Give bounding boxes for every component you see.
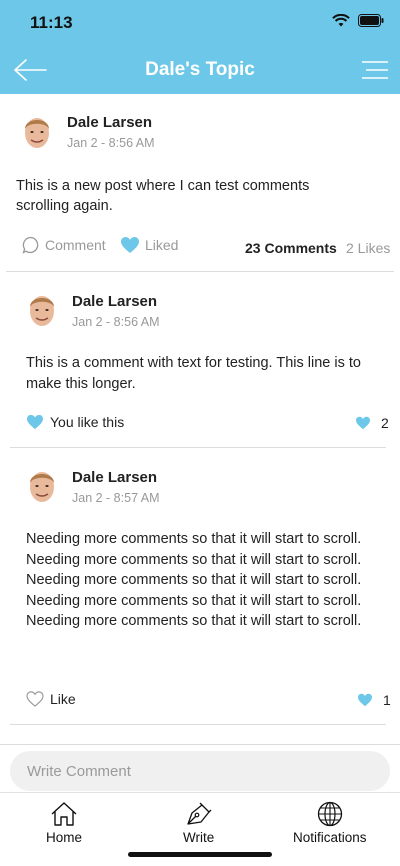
tab-write[interactable]: Write <box>183 801 214 845</box>
avatar <box>30 296 54 326</box>
like-label: Like <box>50 691 76 707</box>
heart-icon <box>121 237 139 253</box>
like-label: You like this <box>50 414 125 430</box>
pen-icon <box>186 802 212 825</box>
status-icons <box>332 14 384 27</box>
globe-icon <box>317 801 342 827</box>
likes-count[interactable]: 2 Likes <box>346 240 390 256</box>
heart-icon <box>356 416 370 430</box>
tab-write-label: Write <box>183 830 215 845</box>
comment-like-count: 2 <box>355 415 389 431</box>
divider <box>10 724 386 725</box>
divider <box>0 744 400 745</box>
comment-text: This is a comment with text for testing.… <box>26 355 361 392</box>
status-time: 11:13 <box>30 13 73 32</box>
tab-notifications[interactable]: Notifications <box>293 801 367 845</box>
comment-bubble-icon <box>22 236 39 254</box>
battery-icon <box>358 14 384 27</box>
like-count-value: 1 <box>383 692 391 708</box>
liked-button[interactable]: Liked <box>120 236 178 254</box>
post-author[interactable]: Dale Larsen <box>67 114 152 131</box>
home-icon <box>51 802 77 826</box>
app-header: 11:13 Dale's Topic <box>0 0 400 94</box>
divider <box>6 271 394 272</box>
comment-author[interactable]: Dale Larsen <box>72 293 157 310</box>
comment-author[interactable]: Dale Larsen <box>72 469 157 486</box>
post-action-row: Comment Liked 23 Comments 2 Likes <box>0 234 400 258</box>
heart-icon <box>358 693 372 707</box>
liked-label: Liked <box>145 237 179 253</box>
tab-home[interactable]: Home <box>46 801 82 845</box>
like-button[interactable]: You like this <box>26 414 124 430</box>
post-text: This is a new post where I can test comm… <box>16 178 310 214</box>
post-avatar-wrap <box>22 112 52 152</box>
tab-home-label: Home <box>46 830 83 845</box>
write-comment-input[interactable] <box>10 751 390 791</box>
comment-label: Comment <box>45 237 106 253</box>
heart-outline-icon <box>26 691 44 707</box>
divider <box>10 447 386 448</box>
comment-text: Needing more comments so that it will st… <box>26 531 362 629</box>
wifi-icon <box>332 14 350 27</box>
avatar <box>25 118 49 148</box>
tab-notifications-label: Notifications <box>293 830 367 845</box>
menu-button[interactable] <box>360 56 390 84</box>
comment-time: Jan 2 - 8:57 AM <box>72 491 160 505</box>
home-indicator <box>128 852 272 857</box>
heart-icon <box>27 414 43 430</box>
avatar <box>30 472 54 502</box>
like-button[interactable]: Like <box>26 691 76 707</box>
comment-like-count: 1 <box>357 692 391 708</box>
menu-icon <box>362 61 388 79</box>
comment-button[interactable]: Comment <box>22 236 106 254</box>
like-count-value: 2 <box>381 415 389 431</box>
comments-count[interactable]: 23 Comments <box>245 240 337 256</box>
comment-time: Jan 2 - 8:56 AM <box>72 315 160 329</box>
page-title: Dale's Topic <box>145 59 255 80</box>
post-time: Jan 2 - 8:56 AM <box>67 136 155 150</box>
